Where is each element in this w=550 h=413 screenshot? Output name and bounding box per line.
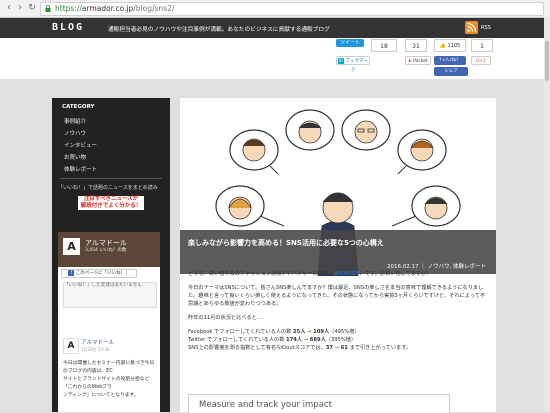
fb-like-button[interactable]: f いいね！ (434, 56, 466, 65)
url-text: https://armador.co.jp/blog/sns2/ (55, 4, 174, 13)
article-meta: 2016.02.17 ｜ ノウハウ, 体験レポート (387, 264, 486, 270)
article-title[interactable]: 楽しみながら影響力を高める！SNS活用に必要な5つの心構え (188, 238, 384, 248)
article-card: 楽しみながら影響力を高める！SNS活用に必要な5つの心構え 2016.02.17… (180, 98, 496, 413)
url-path: /blog/sns2/ (133, 4, 175, 13)
promo-banner[interactable]: 注目すべきニュースが 解説付きでよく分かる！ (78, 196, 144, 210)
author-twitter-link[interactable]: @KURUZE (333, 271, 359, 277)
article-hero[interactable]: 楽しみながら影響力を高める！SNS活用に必要な5つの心構え 2016.02.17… (180, 98, 496, 276)
scrollbar[interactable] (544, 17, 550, 412)
fb-feed-panel: 「いいね！」した友達はまだいません A アルマドール 2月29日 17:30 今… (58, 278, 160, 412)
stat-row: Twitter でフォローしてくれている人の数 174人 → 689人（395%… (188, 336, 488, 344)
arrow-icon: → (303, 337, 309, 343)
stat-from: 25人 (293, 329, 306, 335)
sidebar-divider (60, 178, 162, 179)
site-logo[interactable]: BLOG (52, 22, 84, 33)
post-line: ンディング」についてとなります。 (63, 393, 139, 398)
ad-banner[interactable]: Measure and track your impact (188, 394, 450, 413)
hatena-bookmark-button[interactable]: B! ブックマーク (336, 56, 370, 73)
pocket-button[interactable]: ◈ Pocket (405, 56, 431, 65)
category-item-interview[interactable]: インタビュー (64, 141, 97, 149)
stat-pct: まで引き上がっています。 (349, 345, 412, 351)
stat-to: 109人 (313, 329, 330, 335)
stat-from: 174人 (286, 337, 303, 343)
fb-page-count: 3,454 いいね！の数 (85, 248, 127, 253)
facebook-icon: f (439, 58, 442, 63)
share-bar: ツイート 18 31 👍 1105 1 B! ブックマーク ◈ Pocket f… (0, 38, 550, 79)
fb-page-like-button[interactable]: f このページに「いいね！」 (61, 269, 137, 278)
pocket-icon: ◈ (408, 59, 412, 64)
fb-like-label: いいね！ (442, 58, 461, 63)
site-header: BLOG 通販担当者必見のノウハウや注目事例が満載。あなたのビジネスに貢献する通… (0, 18, 550, 38)
fb-like-count: 1105 (447, 43, 461, 49)
post-body: 今日は開催したセミナー内容に基づき今日のブログの内容は、EC サイトとブランドサ… (63, 360, 155, 400)
post-date: 2月29日 17:30 (81, 347, 110, 352)
sidebar: CATEGORY 事例紹介 ノウハウ インタビュー お買い物 体験レポート 「い… (52, 98, 170, 412)
fb-page-like-label: このページに「いいね！」 (75, 271, 130, 276)
intro-text-end: ）です。お買い物してますか？ (359, 271, 432, 277)
facebook-icon: f (68, 270, 75, 276)
arrow-icon: → (307, 329, 312, 335)
fb-page-plugin[interactable]: A アルマドール 3,454 いいね！の数 f このページに「いいね！」 (58, 232, 160, 278)
hatena-count: 31 (405, 39, 427, 52)
post-avatar-icon: A (63, 338, 79, 354)
post-line: サイトとブランドサイトの役割分担など「これからのWebブラ (63, 377, 150, 390)
post-line: 今日は開催したセミナー内容に基づき今日のブログの内容は、EC (63, 361, 155, 374)
paragraph-intro: どうも！買い物中毒のファッション通販アドバイザーの野田（@KURUZE）です。お… (188, 270, 488, 278)
stat-to: 689人 (309, 337, 326, 343)
address-bar[interactable]: https://armador.co.jp/blog/sns2/ (40, 2, 544, 16)
reload-icon[interactable]: ↻ (26, 2, 38, 14)
promo-line-2: 解説付きでよく分かる！ (80, 203, 142, 209)
gplus-button[interactable]: G+1 (471, 56, 491, 65)
category-item-knowhow[interactable]: ノウハウ (64, 129, 86, 137)
paragraph-theme: 今日のテーマはSNSについて。皆さんSNS楽しんでますか？僕は最近、SNSの楽し… (188, 285, 486, 307)
promo-line-1: 注目すべきニュースが (83, 196, 139, 202)
rss-icon[interactable] (465, 21, 478, 34)
fb-feed-notice: 「いいね！」した友達はまだいません (63, 282, 157, 308)
fb-invite-text: 「いいね！」で話題のニュースをまとめ読み (58, 185, 158, 191)
url-scheme: https:// (55, 4, 82, 13)
lock-icon (45, 5, 51, 12)
tweet-count: 18 (371, 39, 397, 52)
post-author[interactable]: アルマドール (81, 338, 114, 346)
stat-from: 37 (325, 345, 334, 351)
tweet-button[interactable]: ツイート (336, 39, 364, 47)
stat-label: SNS上の影響度を測る指数として有名なKloutスコアでは、 (188, 345, 326, 351)
url-host: armador.co.jp (81, 4, 134, 13)
fb-share-button[interactable]: シェア (434, 67, 468, 76)
category-item-shopping[interactable]: お買い物 (64, 153, 86, 161)
site-tagline: 通販担当者必見のノウハウや注目事例が満載。あなたのビジネスに貢献する通販ブログ (108, 27, 330, 33)
stat-pct: （495%増） (329, 329, 360, 335)
gplus-count: 1 (471, 39, 493, 52)
pocket-label: Pocket (413, 59, 428, 64)
browser-toolbar: ‹ › ↻ https://armador.co.jp/blog/sns2/ (0, 0, 550, 18)
thumbs-up-icon: 👍 (439, 43, 446, 49)
category-title: CATEGORY (62, 104, 95, 110)
category-item-jirei[interactable]: 事例紹介 (64, 117, 86, 125)
hatena-icon: B! (338, 57, 345, 64)
stat-row: SNS上の影響度を測る指数として有名なKloutスコアでは、37 → 61 まで… (188, 344, 488, 352)
scrollbar-thumb[interactable] (545, 41, 549, 81)
forward-icon[interactable]: › (14, 2, 26, 14)
stat-label: Facebook でフォローしてくれている人の数 (188, 329, 294, 335)
stat-pct: （395%増） (325, 337, 357, 343)
rss-label[interactable]: RSS (481, 25, 491, 31)
paragraph-compare: 昨年の11月の状況と比べると．．． (188, 315, 268, 321)
article-title-bar: 楽しみながら影響力を高める！SNS活用に必要な5つの心構え 2016.02.17… (180, 230, 496, 274)
fb-page-bar: f このページに「いいね！」 (58, 267, 160, 278)
article-body: どうも！買い物中毒のファッション通販アドバイザーの野田（@KURUZE）です。お… (188, 270, 488, 352)
arrow-icon: → (334, 345, 340, 351)
ad-text: Measure and track your impact (199, 400, 332, 410)
armador-logo-icon: A (63, 238, 80, 255)
fb-like-count-box: 👍 1105 (434, 39, 466, 52)
stat-to: 61 (340, 345, 348, 351)
stats-list: Facebook でフォローしてくれている人の数 25人 → 109人（495%… (188, 328, 488, 352)
stat-row: Facebook でフォローしてくれている人の数 25人 → 109人（495%… (188, 328, 488, 336)
stat-label: Twitter でフォローしてくれている人の数 (188, 337, 287, 343)
intro-text: どうも！買い物中毒のファッション通販アドバイザーの野田（ (188, 271, 334, 277)
hatena-label: ブックマーク (345, 59, 368, 73)
category-item-report[interactable]: 体験レポート (64, 165, 97, 173)
